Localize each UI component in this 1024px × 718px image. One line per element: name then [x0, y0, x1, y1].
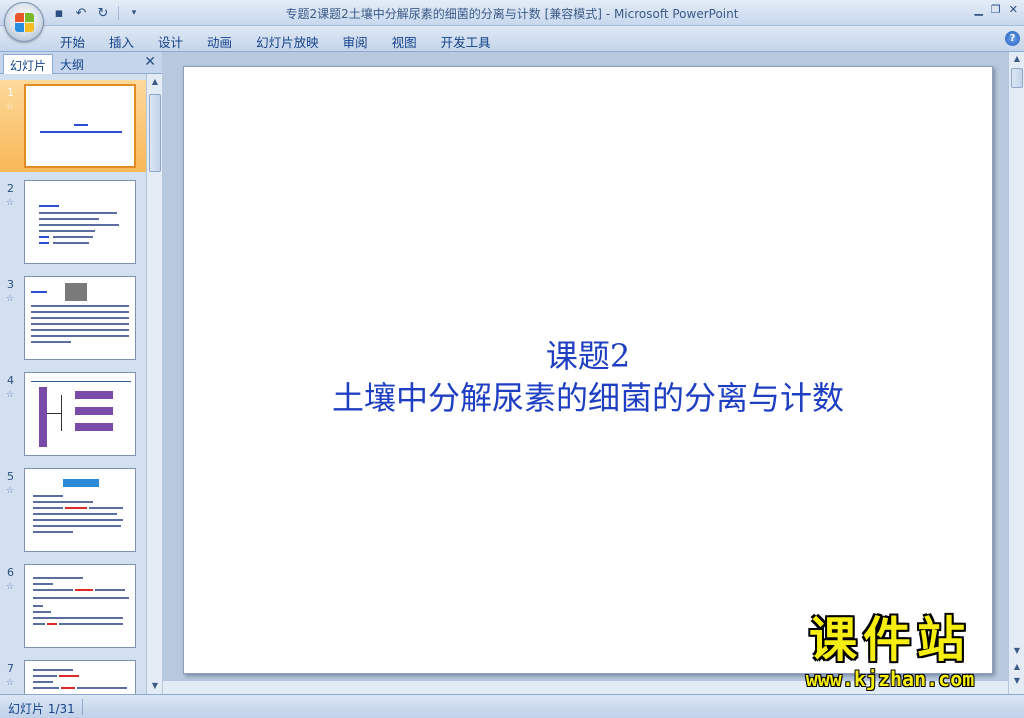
close-window-icon[interactable]: ✕ [1009, 3, 1018, 16]
slide-thumbnail-row[interactable]: 6 ☆ [0, 560, 146, 652]
animation-star-icon: ☆ [6, 294, 15, 304]
tab-animation[interactable]: 动画 [195, 30, 244, 53]
slide-thumbnail[interactable] [24, 564, 136, 648]
restore-icon[interactable]: ❐ [991, 3, 1001, 16]
animation-star-icon: ☆ [6, 390, 15, 400]
tab-developer[interactable]: 开发工具 [429, 30, 503, 53]
scroll-down-icon[interactable]: ▼ [1009, 644, 1024, 658]
tab-slides[interactable]: 幻灯片 [3, 54, 54, 74]
slide-number: 1 [7, 86, 14, 99]
window-controls: ▁ ❐ ✕ [974, 3, 1018, 16]
slide-number: 3 [7, 278, 14, 291]
slide-number: 6 [7, 566, 14, 579]
ribbon-tabs: 开始 插入 设计 动画 幻灯片放映 审阅 视图 开发工具 [48, 30, 503, 53]
slides-pane: 幻灯片 大纲 ✕ 1 ☆ 2 ☆ 3 ☆ 4 ☆ 5 ☆ 6 ☆ 7 ☆ ▲ ▼ [0, 52, 162, 694]
slide-title-line2[interactable]: 土壤中分解尿素的细菌的分离与计数 [184, 373, 992, 419]
slide-thumbnail-row[interactable]: 2 ☆ [0, 176, 146, 268]
animation-star-icon: ☆ [6, 198, 15, 208]
tab-review[interactable]: 审阅 [331, 30, 380, 53]
office-button[interactable] [4, 2, 44, 42]
title-bar: ▪ ↶ ↻ ▾ 专题2课题2土壤中分解尿素的细菌的分离与计数 [兼容模式] - … [0, 0, 1024, 42]
thumbnail-image [65, 283, 87, 301]
animation-star-icon: ☆ [6, 102, 15, 112]
thumbnail-list: 1 ☆ 2 ☆ 3 ☆ 4 ☆ 5 ☆ 6 ☆ 7 ☆ [0, 74, 146, 694]
slide-thumbnail[interactable] [24, 84, 136, 168]
close-pane-icon[interactable]: ✕ [144, 54, 156, 70]
next-slide-icon[interactable]: ▼ [1009, 674, 1024, 688]
scroll-thumb[interactable] [149, 94, 161, 172]
slide-thumbnail-row[interactable]: 3 ☆ [0, 272, 146, 364]
slide-editor: 课题2 土壤中分解尿素的细菌的分离与计数 [163, 52, 1008, 694]
slide-indicator: 幻灯片 1/31 [8, 702, 75, 716]
scroll-up-icon[interactable]: ▲ [147, 74, 163, 90]
tab-home[interactable]: 开始 [48, 30, 97, 53]
ribbon: 开始 插入 设计 动画 幻灯片放映 审阅 视图 开发工具 ? [0, 26, 1024, 52]
status-separator [82, 699, 83, 715]
tab-slideshow[interactable]: 幻灯片放映 [244, 30, 331, 53]
slide-number: 2 [7, 182, 14, 195]
office-logo-icon [15, 13, 35, 33]
animation-star-icon: ☆ [6, 678, 15, 688]
slide-number: 4 [7, 374, 14, 387]
scroll-thumb[interactable] [1011, 68, 1023, 88]
slide-thumbnail[interactable] [24, 372, 136, 456]
pane-tabs: 幻灯片 大纲 ✕ [0, 52, 162, 74]
watermark-title: 课件站 [808, 612, 971, 668]
slide-thumbnail-row[interactable]: 4 ☆ [0, 368, 146, 460]
current-slide[interactable]: 课题2 土壤中分解尿素的细菌的分离与计数 [183, 66, 993, 674]
scroll-up-icon[interactable]: ▲ [1009, 52, 1024, 66]
slide-thumbnail-row[interactable]: 7 ☆ [0, 656, 146, 694]
scroll-down-icon[interactable]: ▼ [147, 678, 163, 694]
slide-thumbnail[interactable] [24, 276, 136, 360]
tab-outline[interactable]: 大纲 [54, 54, 90, 74]
slide-title-line1[interactable]: 课题2 [184, 331, 992, 377]
slide-number: 7 [7, 662, 14, 675]
slide-thumbnail[interactable] [24, 180, 136, 264]
watermark-url: www.kjzhan.com [805, 667, 975, 691]
slide-vertical-scrollbar[interactable]: ▲ ▼ ▲ ▼ [1008, 52, 1024, 694]
animation-star-icon: ☆ [6, 582, 15, 592]
tab-design[interactable]: 设计 [146, 30, 195, 53]
previous-slide-icon[interactable]: ▲ [1009, 660, 1024, 674]
slide-thumbnail[interactable] [24, 468, 136, 552]
slide-number: 5 [7, 470, 14, 483]
help-icon[interactable]: ? [1005, 31, 1020, 46]
minimize-icon[interactable]: ▁ [974, 3, 982, 16]
tab-insert[interactable]: 插入 [97, 30, 146, 53]
animation-star-icon: ☆ [6, 486, 15, 496]
watermark: 课件站 www.kjzhan.com [770, 612, 1010, 692]
tab-view[interactable]: 视图 [380, 30, 429, 53]
slide-thumbnail-row[interactable]: 1 ☆ [0, 80, 146, 172]
thumbnail-scrollbar[interactable]: ▲ ▼ [146, 74, 162, 694]
slide-thumbnail-row[interactable]: 5 ☆ [0, 464, 146, 556]
window-title: 专题2课题2土壤中分解尿素的细菌的分离与计数 [兼容模式] - Microsof… [285, 7, 739, 21]
slide-thumbnail[interactable] [24, 660, 136, 694]
status-bar: 幻灯片 1/31 [0, 694, 1024, 718]
